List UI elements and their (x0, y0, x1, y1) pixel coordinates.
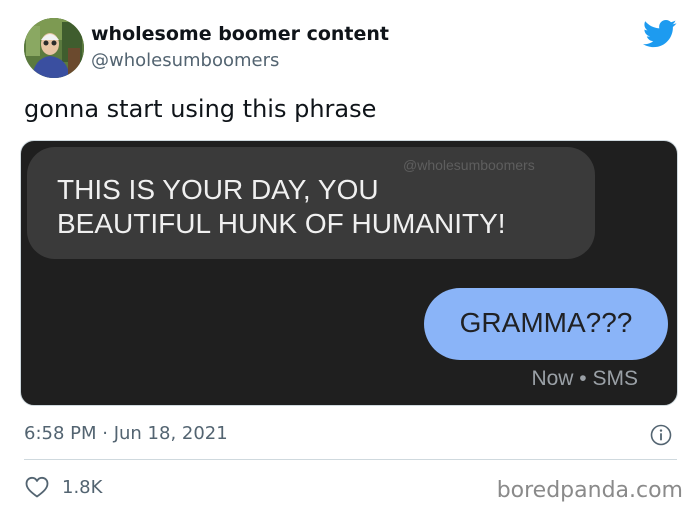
incoming-message-bubble: THIS IS YOUR DAY, YOU BEAUTIFUL HUNK OF … (27, 147, 595, 259)
author-name[interactable]: wholesome boomer content (91, 23, 389, 45)
like-button[interactable]: 1.8K (24, 474, 102, 500)
tweet-media[interactable]: THIS IS YOUR DAY, YOU BEAUTIFUL HUNK OF … (20, 140, 678, 406)
site-watermark: boredpanda.com (496, 478, 683, 503)
author-handle[interactable]: @wholesumboomers (91, 50, 279, 71)
divider (24, 459, 677, 460)
message-status: Now • SMS (531, 367, 638, 390)
outgoing-message-text: GRAMMA??? (459, 307, 633, 338)
like-count: 1.8K (62, 476, 103, 498)
outgoing-message-bubble: GRAMMA??? (424, 288, 668, 360)
tweet-timestamp[interactable]: 6:58 PM · Jun 18, 2021 (24, 423, 228, 444)
avatar-image (24, 18, 84, 78)
incoming-message-line-1: THIS IS YOUR DAY, YOU (57, 174, 379, 205)
info-icon[interactable] (650, 424, 672, 446)
incoming-message-text: THIS IS YOUR DAY, YOU BEAUTIFUL HUNK OF … (57, 173, 506, 241)
incoming-message-line-2: BEAUTIFUL HUNK OF HUMANITY! (57, 208, 506, 239)
tweet-text: gonna start using this phrase (24, 95, 377, 123)
avatar[interactable] (24, 18, 84, 78)
media-watermark: @wholesumboomers (403, 157, 535, 173)
heart-icon (25, 476, 49, 498)
twitter-bird-icon[interactable] (643, 19, 677, 49)
